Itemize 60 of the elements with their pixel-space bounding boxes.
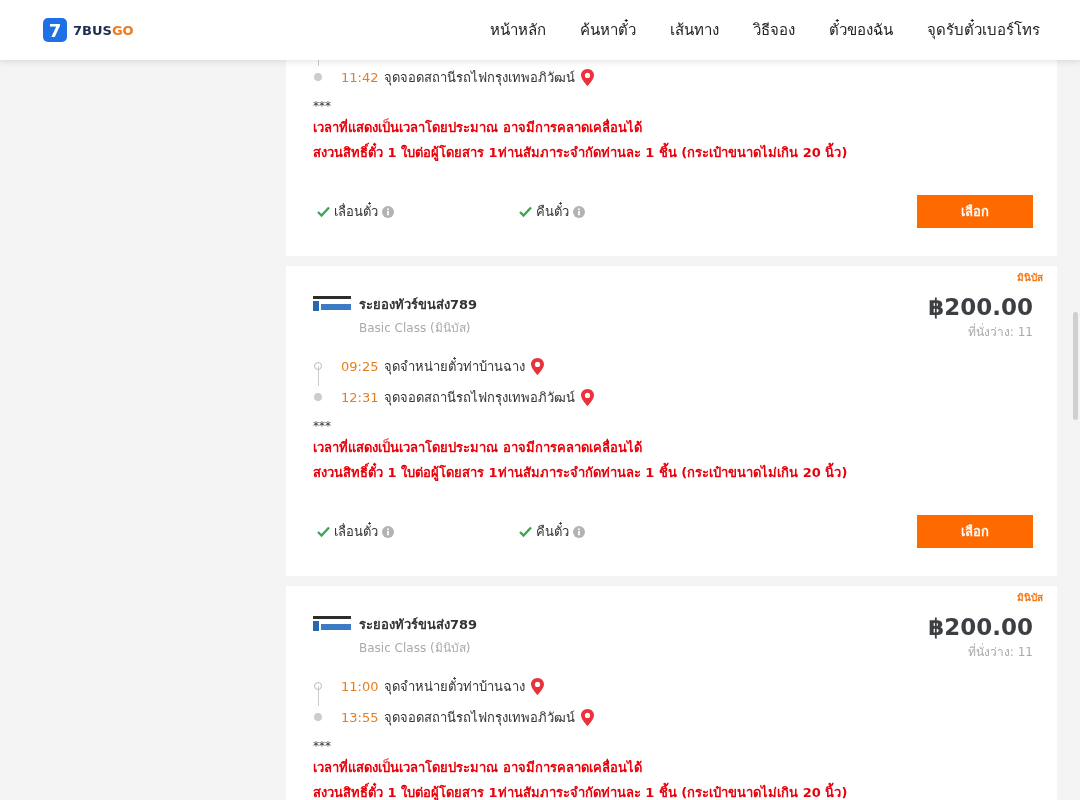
- nav-link[interactable]: ตั๋วของฉัน: [829, 18, 893, 42]
- seats-available: ที่นั่งว่าง: 11: [967, 322, 1033, 341]
- operator-logo-icon: [313, 614, 351, 632]
- check-icon: [519, 206, 532, 217]
- map-pin-icon: [531, 677, 545, 696]
- notes-marker: ***: [313, 419, 332, 433]
- stop-time: 11:42: [341, 70, 379, 85]
- stop-time: 13:55: [341, 710, 379, 725]
- logo-mark[interactable]: 7: [43, 18, 67, 42]
- info-icon[interactable]: [573, 525, 585, 538]
- seats-available: ที่นั่งว่าง: 11: [967, 642, 1033, 661]
- operator-logo-icon: [313, 294, 351, 312]
- info-icon[interactable]: [573, 205, 585, 218]
- ticket-price: ฿200.00: [928, 614, 1033, 640]
- map-pin-icon: [531, 357, 545, 376]
- nav-link[interactable]: ค้นหาตั๋ว: [580, 18, 636, 42]
- stop-name: จุดจอดสถานีรถไฟกรุงเทพอภิวัฒน์: [384, 69, 576, 88]
- timeline-dot: [314, 713, 322, 721]
- stop-time: 11:00: [341, 679, 379, 694]
- operator-name: ระยองทัวร์ขนส่ง789: [359, 296, 478, 314]
- timeline-dot: [314, 393, 322, 401]
- check-icon: [519, 526, 532, 537]
- notice-text: เวลาที่แสดงเป็นเวลาโดยประมาณ อาจมีการคลาดเคลื่อนได้: [313, 117, 643, 137]
- info-icon[interactable]: [382, 525, 394, 538]
- stop-name: จุดจอดสถานีรถไฟกรุงเทพอภิวัฒน์: [384, 709, 576, 728]
- map-pin-icon: [581, 388, 595, 407]
- feature-label: เลื่อนตั๋ว: [334, 201, 378, 221]
- nav-link[interactable]: วิธีจอง: [753, 18, 795, 42]
- logo-text[interactable]: 7BUSGO: [73, 22, 134, 38]
- stop-time: 09:25: [341, 359, 379, 374]
- nav-link[interactable]: หน้าหลัก: [490, 18, 546, 42]
- stop-name: จุดจำหน่ายตั๋วท่าบ้านฉาง: [384, 356, 526, 377]
- feature-label: คืนตั๋ว: [536, 521, 569, 541]
- notes-marker: ***: [313, 739, 332, 753]
- check-icon: [317, 526, 330, 537]
- check-icon: [317, 206, 330, 217]
- map-pin-icon: [581, 708, 595, 727]
- notice-text: เวลาที่แสดงเป็นเวลาโดยประมาณ อาจมีการคลาดเคลื่อนได้: [313, 757, 643, 777]
- notice-text: สงวนสิทธิ์ตั๋ว 1 ใบต่อผู้โดยสาร 1ท่านสัมภาระจำกัดท่านละ 1 ชิ้น (กระเป๋าขนาดไม่เกิน 20 นิ้ว): [313, 462, 1033, 483]
- notes-marker: ***: [313, 99, 332, 113]
- stop-name: จุดจำหน่ายตั๋วท่าบ้านฉาง: [384, 676, 526, 697]
- stop-name: จุดจอดสถานีรถไฟกรุงเทพอภิวัฒน์: [384, 389, 576, 408]
- notice-text: สงวนสิทธิ์ตั๋ว 1 ใบต่อผู้โดยสาร 1ท่านสัมภาระจำกัดท่านละ 1 ชิ้น (กระเป๋าขนาดไม่เกิน 20 นิ้ว): [313, 782, 1033, 800]
- bus-type-tag: มินิบัส: [1017, 270, 1043, 285]
- stop-time: 12:31: [341, 390, 379, 405]
- timeline-dot: [314, 73, 322, 81]
- nav-link[interactable]: เส้นทาง: [670, 18, 719, 42]
- feature-label: เลื่อนตั๋ว: [334, 521, 378, 541]
- ticket-price: ฿200.00: [928, 294, 1033, 320]
- notice-text: เวลาที่แสดงเป็นเวลาโดยประมาณ อาจมีการคลาดเคลื่อนได้: [313, 437, 643, 457]
- notice-text: สงวนสิทธิ์ตั๋ว 1 ใบต่อผู้โดยสาร 1ท่านสัมภาระจำกัดท่านละ 1 ชิ้น (กระเป๋าขนาดไม่เกิน 20 นิ้ว): [313, 142, 1033, 163]
- scrollbar-thumb[interactable]: [1073, 312, 1078, 420]
- bus-class: Basic Class (มินิบัส): [359, 640, 472, 657]
- bus-type-tag: มินิบัส: [1017, 590, 1043, 605]
- feature-label: คืนตั๋ว: [536, 201, 569, 221]
- map-pin-icon: [581, 68, 595, 87]
- operator-name: ระยองทัวร์ขนส่ง789: [359, 616, 478, 634]
- nav-link[interactable]: จุดรับตั๋วเบอร์โทร: [927, 18, 1040, 42]
- info-icon[interactable]: [382, 205, 394, 218]
- bus-class: Basic Class (มินิบัส): [359, 320, 472, 337]
